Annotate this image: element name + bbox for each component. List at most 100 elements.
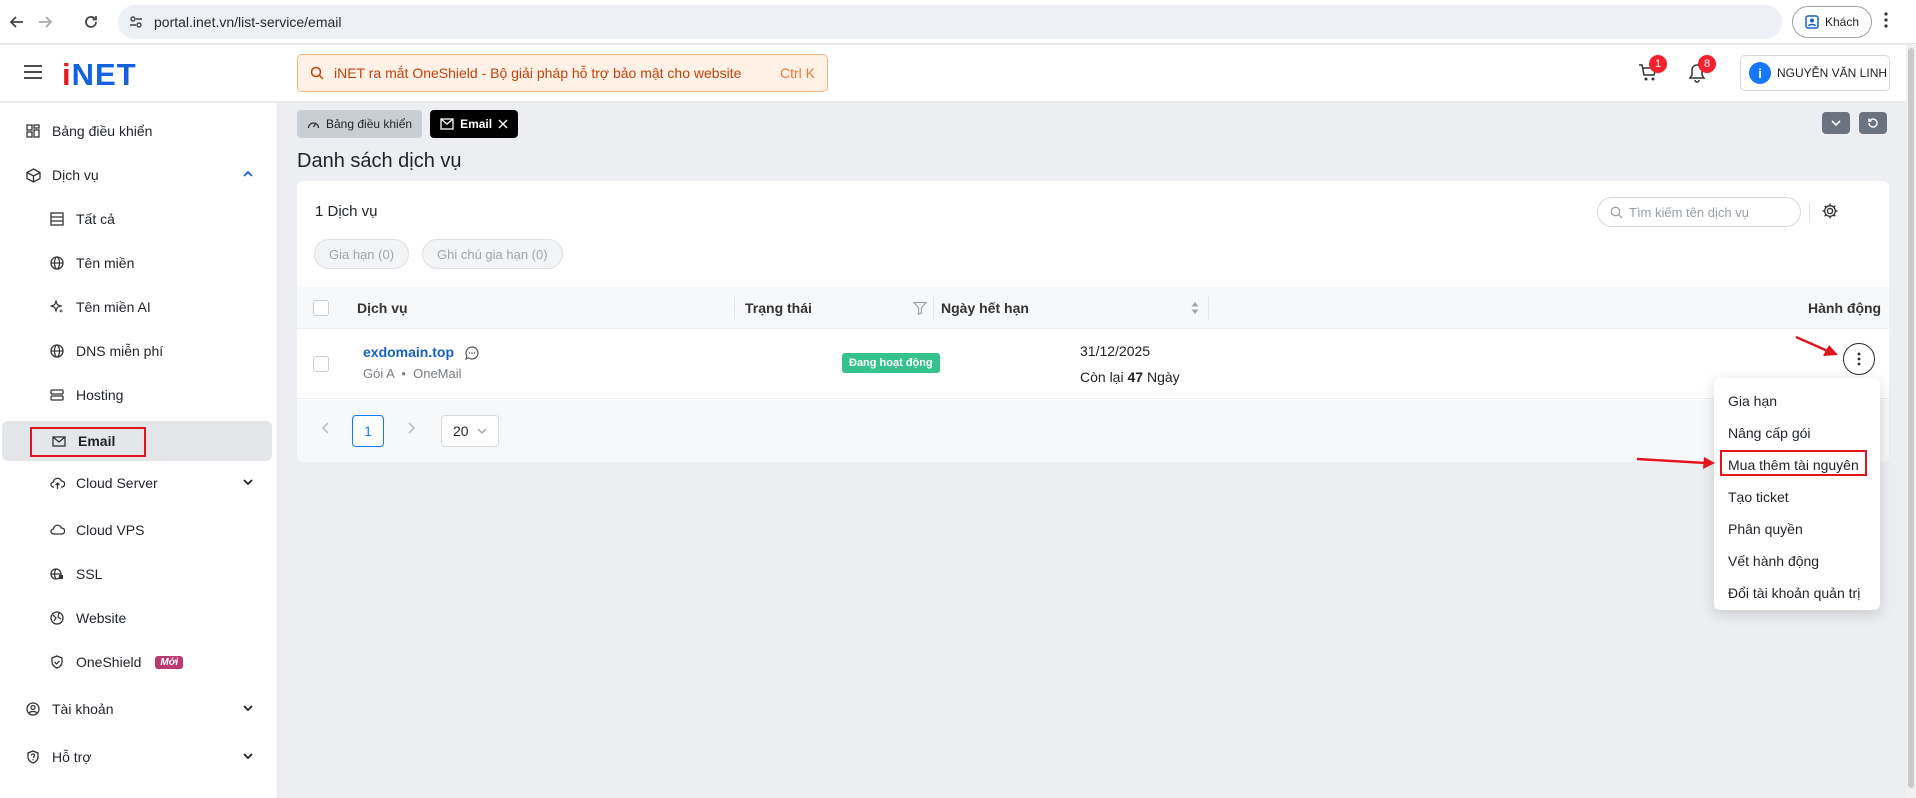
menu-item-renew[interactable]: Gia hạn xyxy=(1714,386,1880,416)
sidebar-item-dashboard[interactable]: Bảng điều khiển xyxy=(0,113,272,149)
promo-text: iNET ra mắt OneShield - Bộ giải pháp hỗ … xyxy=(334,65,742,81)
expiry-date: 31/12/2025 xyxy=(1080,343,1151,359)
scrollbar-thumb[interactable] xyxy=(1908,48,1914,788)
sidebar-item-domain[interactable]: Tên miền xyxy=(0,245,272,281)
page-scrollbar[interactable] xyxy=(1906,44,1916,798)
sidebar-item-label: Cloud VPS xyxy=(76,522,145,538)
shortcut-hint: Ctrl K xyxy=(780,65,815,81)
inet-logo[interactable]: iNET xyxy=(62,57,137,93)
close-icon[interactable] xyxy=(498,119,508,129)
promo-search-bar[interactable]: iNET ra mắt OneShield - Bộ giải pháp hỗ … xyxy=(297,54,828,92)
sidebar-item-label: Tài khoản xyxy=(52,701,114,717)
gear-icon[interactable] xyxy=(1821,202,1839,220)
filter-renew-button[interactable]: Gia hạn (0) xyxy=(314,239,410,269)
sidebar-item-account[interactable]: Tài khoản xyxy=(0,691,272,727)
tab-dashboard[interactable]: Bảng điều khiển xyxy=(297,110,423,138)
row-checkbox[interactable] xyxy=(313,356,329,372)
sidebar-item-label: OneShield xyxy=(76,654,142,670)
reload-icon[interactable] xyxy=(80,11,102,33)
column-status: Trạng thái xyxy=(745,300,812,316)
menu-item-activity-log[interactable]: Vết hành động xyxy=(1714,546,1880,576)
sidebar-item-ssl[interactable]: SSL xyxy=(0,556,272,592)
chevron-down-icon xyxy=(477,428,487,434)
sidebar-item-oneshield[interactable]: OneShield Mới xyxy=(0,644,272,680)
chevron-down-icon[interactable] xyxy=(242,750,254,762)
sidebar-item-label: Hosting xyxy=(76,387,124,403)
collapse-tabs-button[interactable] xyxy=(1822,112,1850,134)
remaining-days: Còn lại 47 Ngày xyxy=(1080,369,1180,385)
sidebar-item-label: Hỗ trợ xyxy=(52,749,92,765)
sidebar-item-cloud-vps[interactable]: Cloud VPS xyxy=(0,512,272,548)
menu-item-create-ticket[interactable]: Tạo ticket xyxy=(1714,482,1880,512)
browser-menu-icon[interactable] xyxy=(1884,12,1888,28)
sidebar-item-website[interactable]: Website xyxy=(0,600,272,636)
buy-resources-highlight-box xyxy=(1720,450,1867,476)
shield-icon xyxy=(48,653,66,671)
search-placeholder: Tìm kiếm tên dịch vụ xyxy=(1629,204,1749,220)
divider xyxy=(1809,203,1810,223)
sidebar-item-label: Dịch vụ xyxy=(52,167,99,183)
browser-toolbar: portal.inet.vn/list-service/email Khách xyxy=(0,0,1916,44)
forward-icon[interactable] xyxy=(34,11,56,33)
chevron-down-icon[interactable] xyxy=(242,702,254,714)
column-divider xyxy=(933,297,934,319)
sidebar-item-services[interactable]: Dịch vụ xyxy=(0,157,272,193)
address-bar[interactable]: portal.inet.vn/list-service/email xyxy=(118,5,1782,39)
guest-profile-button[interactable]: Khách xyxy=(1792,6,1872,38)
chevron-down-icon[interactable] xyxy=(242,476,254,488)
filter-renew-note-button[interactable]: Ghi chú gia hạn (0) xyxy=(422,239,563,269)
service-count: 1 Dịch vụ xyxy=(315,203,378,220)
sidebar-item-support[interactable]: Hỗ trợ xyxy=(0,739,272,775)
page-size-select[interactable]: 20 xyxy=(441,415,499,447)
sort-icon[interactable] xyxy=(1190,300,1200,316)
row-actions-button[interactable] xyxy=(1843,343,1875,375)
sidebar-item-all[interactable]: Tất cả xyxy=(0,201,272,237)
row-actions-menu: Gia hạn Nâng cấp gói Mua thêm tài nguyên… xyxy=(1714,378,1880,610)
sidebar-item-cloud-server[interactable]: Cloud Server xyxy=(0,465,272,501)
next-page-icon[interactable] xyxy=(407,422,415,434)
search-input[interactable]: Tìm kiếm tên dịch vụ xyxy=(1597,197,1801,227)
filter-icon[interactable] xyxy=(913,301,927,315)
back-icon[interactable] xyxy=(6,11,28,33)
table-row: exdomain.top Gói A • OneMail Đang hoạt đ… xyxy=(297,329,1889,399)
list-icon xyxy=(48,210,66,228)
server-icon xyxy=(48,386,66,404)
menu-item-change-admin[interactable]: Đổi tài khoản quản trị xyxy=(1714,578,1880,608)
sidebar-item-domain-ai[interactable]: Tên miền AI xyxy=(0,289,272,325)
cloud-upload-icon xyxy=(48,474,66,492)
tab-label: Email xyxy=(460,117,493,131)
globe-lock-icon xyxy=(48,565,66,583)
tab-label: Bảng điều khiển xyxy=(326,117,413,131)
globe-icon xyxy=(48,254,66,272)
box-icon xyxy=(24,166,42,184)
sidebar-item-label: Tên miền AI xyxy=(76,299,151,315)
table-header: Dịch vụ Trạng thái Ngày hết hạn Hành độn… xyxy=(297,287,1889,329)
sidebar-item-hosting[interactable]: Hosting xyxy=(0,377,272,413)
prev-page-icon[interactable] xyxy=(322,422,330,434)
cart-badge: 1 xyxy=(1649,55,1667,73)
domain-link[interactable]: exdomain.top xyxy=(363,344,480,361)
web-icon xyxy=(48,609,66,627)
dashboard-icon xyxy=(24,122,42,140)
email-highlight-box xyxy=(30,427,146,457)
refresh-button[interactable] xyxy=(1859,112,1887,134)
page-size-value: 20 xyxy=(453,423,469,439)
app-header: iNET iNET ra mắt OneShield - Bộ giải phá… xyxy=(0,45,1906,102)
search-icon xyxy=(310,66,324,80)
site-info-icon[interactable] xyxy=(128,14,144,30)
gauge-icon xyxy=(307,118,320,131)
more-vertical-icon xyxy=(1857,352,1861,366)
page-1-button[interactable]: 1 xyxy=(352,415,384,447)
sidebar-item-dns[interactable]: DNS miễn phí xyxy=(0,333,272,369)
comment-icon[interactable] xyxy=(464,345,480,361)
chevron-up-icon[interactable] xyxy=(242,168,254,180)
tab-email[interactable]: Email xyxy=(430,110,519,138)
menu-item-permissions[interactable]: Phân quyền xyxy=(1714,514,1880,544)
menu-item-upgrade[interactable]: Nâng cấp gói xyxy=(1714,418,1880,448)
select-all-checkbox[interactable] xyxy=(313,300,329,316)
status-badge: Đang hoạt động xyxy=(842,353,940,373)
sidebar-item-label: Tất cả xyxy=(76,211,115,227)
user-menu-button[interactable]: i NGUYỄN VĂN LINH xyxy=(1740,55,1890,91)
menu-toggle-icon[interactable] xyxy=(24,65,42,79)
sidebar-item-label: DNS miễn phí xyxy=(76,343,164,359)
